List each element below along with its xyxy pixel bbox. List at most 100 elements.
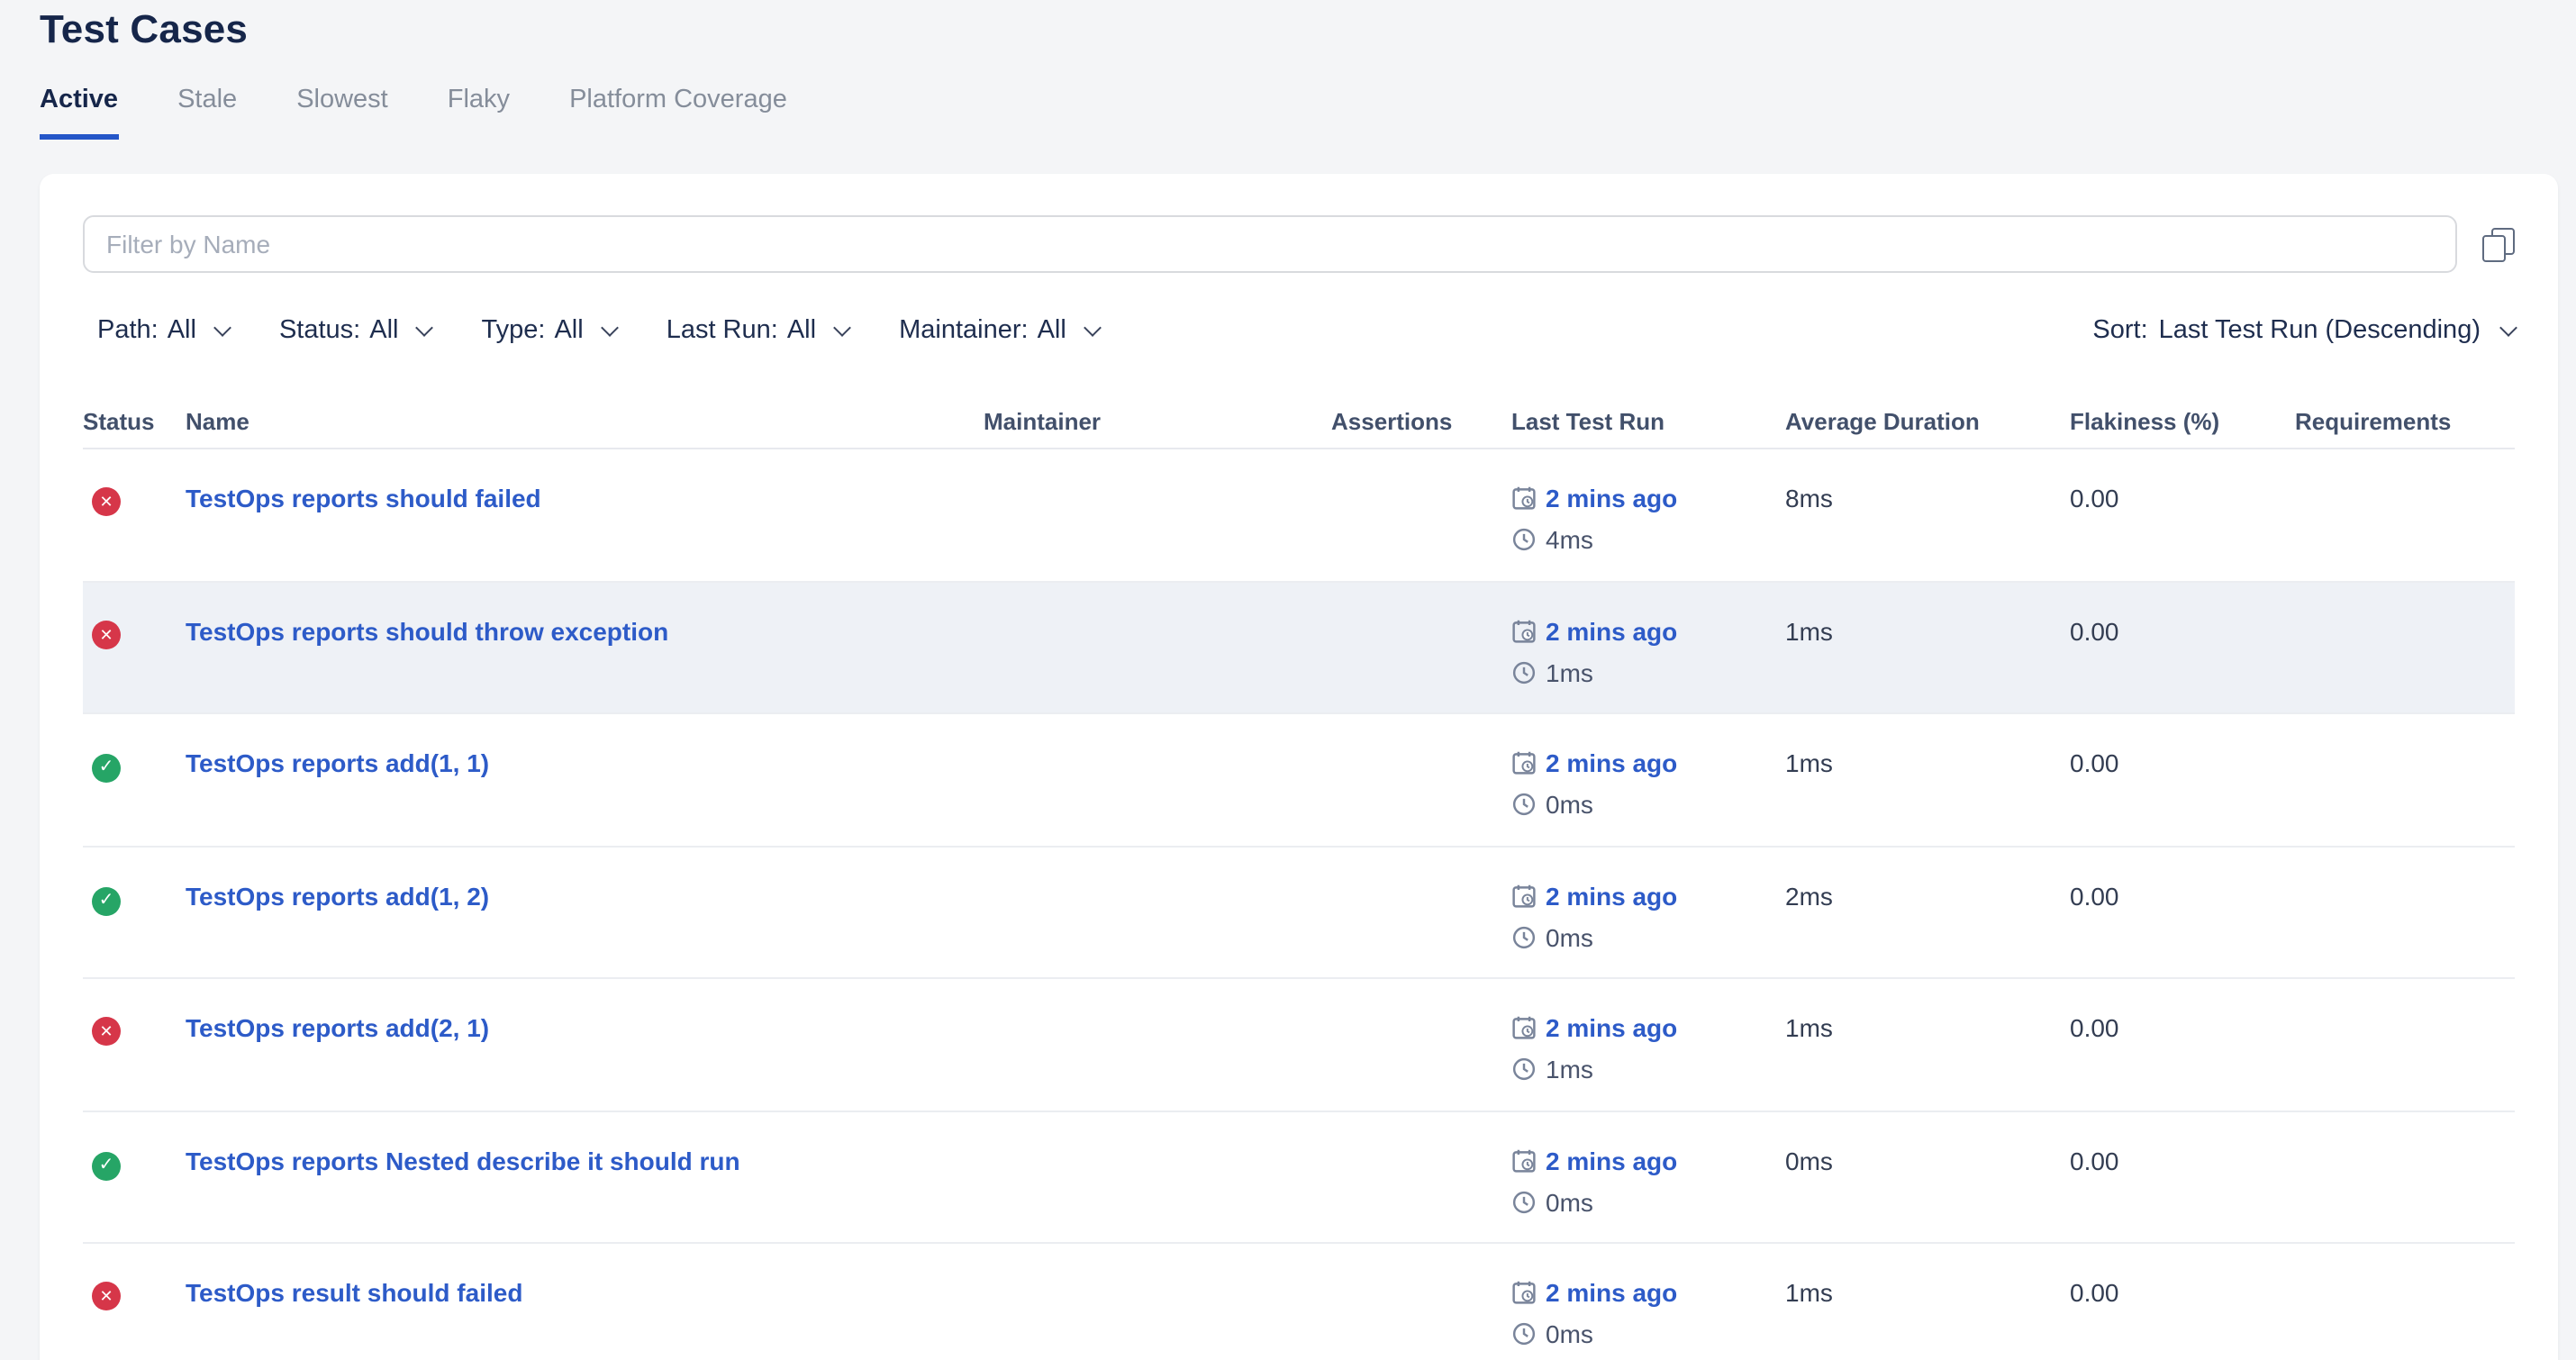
- test-case-link[interactable]: TestOps reports should throw exception: [186, 616, 668, 645]
- clock-icon: [1511, 659, 1537, 685]
- last-run-link[interactable]: 2 mins ago: [1546, 1010, 1677, 1046]
- assertions-cell: [1331, 582, 1511, 612]
- name-cell: TestOps reports should failed: [186, 449, 984, 516]
- field-time-icon: [1511, 618, 1537, 643]
- last-run-link[interactable]: 2 mins ago: [1546, 1274, 1677, 1310]
- last-run-link[interactable]: 2 mins ago: [1546, 612, 1677, 648]
- average-duration-cell: 1ms: [1785, 979, 2070, 1046]
- flakiness-cell: 0.00: [2070, 449, 2295, 516]
- column-header-assertions: Assertions: [1331, 407, 1511, 434]
- flakiness-cell: 0.00: [2070, 1111, 2295, 1178]
- test-cases-page: Test Cases Active Stale Slowest Flaky Pl…: [0, 6, 2576, 1360]
- requirements-cell: [2295, 1244, 2515, 1274]
- status-cell: [83, 1244, 186, 1310]
- last-test-run-cell: 2 mins ago 1ms: [1511, 979, 1785, 1087]
- tab-platform-coverage[interactable]: Platform Coverage: [569, 86, 787, 140]
- last-run-duration: 1ms: [1546, 654, 1593, 690]
- last-test-run-cell: 2 mins ago 0ms: [1511, 847, 1785, 955]
- last-test-run-cell: 2 mins ago 4ms: [1511, 449, 1785, 558]
- column-header-name: Name: [186, 407, 984, 434]
- chevron-down-icon: [213, 318, 231, 336]
- assertions-cell: [1331, 979, 1511, 1010]
- last-run-link[interactable]: 2 mins ago: [1546, 745, 1677, 781]
- tab-active[interactable]: Active: [40, 86, 118, 140]
- last-run-link[interactable]: 2 mins ago: [1546, 1142, 1677, 1178]
- field-time-icon: [1511, 883, 1537, 908]
- filter-label: Last Run:: [667, 316, 778, 345]
- field-time-icon: [1511, 1147, 1537, 1173]
- filter-by-name-input[interactable]: [83, 215, 2457, 273]
- last-run-duration: 1ms: [1546, 1051, 1593, 1087]
- average-duration-cell: 2ms: [1785, 847, 2070, 913]
- filter-label: Type:: [482, 316, 546, 345]
- filter-label: Path:: [97, 316, 159, 345]
- test-case-link[interactable]: TestOps result should failed: [186, 1278, 522, 1307]
- test-case-link[interactable]: TestOps reports Nested describe it shoul…: [186, 1146, 740, 1174]
- maintainer-cell: [984, 979, 1331, 1010]
- flakiness-cell: 0.00: [2070, 1244, 2295, 1310]
- last-run-duration: 0ms: [1546, 919, 1593, 955]
- status-cell: [83, 979, 186, 1046]
- status-icon: [92, 754, 121, 783]
- sort-label: Sort:: [2092, 316, 2147, 345]
- chevron-down-icon: [416, 318, 434, 336]
- filter-path[interactable]: Path: All: [97, 316, 229, 345]
- status-cell: [83, 847, 186, 915]
- maintainer-cell: [984, 582, 1331, 612]
- name-cell: TestOps reports Nested describe it shoul…: [186, 1111, 984, 1178]
- column-header-requirements: Requirements: [2295, 407, 2515, 434]
- status-icon: [92, 1282, 121, 1310]
- field-time-icon: [1511, 1015, 1537, 1040]
- table-row[interactable]: TestOps reports Nested describe it shoul…: [83, 1111, 2515, 1244]
- table-row[interactable]: TestOps reports add(1, 2) 2 mins ago 0ms…: [83, 847, 2515, 979]
- status-icon: [92, 1017, 121, 1046]
- clock-icon: [1511, 527, 1537, 552]
- page-title: Test Cases: [40, 6, 2576, 53]
- filter-value: All: [369, 316, 398, 345]
- status-icon: [92, 1151, 121, 1180]
- chevron-down-icon: [1084, 318, 1102, 336]
- copy-icon[interactable]: [2482, 227, 2515, 261]
- test-case-link[interactable]: TestOps reports add(2, 1): [186, 1013, 489, 1042]
- filter-value: All: [554, 316, 583, 345]
- content-card: Path: All Status: All Type: All Last Run…: [40, 174, 2558, 1360]
- test-case-link[interactable]: TestOps reports add(1, 1): [186, 748, 489, 777]
- column-header-last-test-run: Last Test Run: [1511, 407, 1785, 434]
- table-row[interactable]: TestOps reports add(2, 1) 2 mins ago 1ms…: [83, 979, 2515, 1111]
- last-run-link[interactable]: 2 mins ago: [1546, 480, 1677, 516]
- filters-row: Path: All Status: All Type: All Last Run…: [83, 305, 2515, 356]
- filter-value: All: [1038, 316, 1066, 345]
- filter-status[interactable]: Status: All: [279, 316, 431, 345]
- flakiness-cell: 0.00: [2070, 979, 2295, 1046]
- chevron-down-icon: [601, 318, 619, 336]
- tab-flaky[interactable]: Flaky: [448, 86, 510, 140]
- maintainer-cell: [984, 1244, 1331, 1274]
- name-cell: TestOps reports should throw exception: [186, 582, 984, 648]
- last-run-duration: 0ms: [1546, 1183, 1593, 1219]
- filter-type[interactable]: Type: All: [482, 316, 616, 345]
- tab-stale[interactable]: Stale: [177, 86, 237, 140]
- table-header: Status Name Maintainer Assertions Last T…: [83, 394, 2515, 449]
- table-row[interactable]: TestOps reports should throw exception 2…: [83, 582, 2515, 714]
- average-duration-cell: 1ms: [1785, 714, 2070, 781]
- filter-maintainer[interactable]: Maintainer: All: [899, 316, 1099, 345]
- assertions-cell: [1331, 1111, 1511, 1142]
- sort-select[interactable]: Sort: Last Test Run (Descending): [2092, 316, 2515, 345]
- clock-icon: [1511, 924, 1537, 949]
- field-time-icon: [1511, 485, 1537, 511]
- clock-icon: [1511, 1189, 1537, 1214]
- tab-slowest[interactable]: Slowest: [296, 86, 388, 140]
- clock-icon: [1511, 1321, 1537, 1346]
- chevron-down-icon: [2499, 318, 2517, 336]
- last-run-link[interactable]: 2 mins ago: [1546, 877, 1677, 913]
- table-row[interactable]: TestOps reports should failed 2 mins ago…: [83, 449, 2515, 582]
- test-case-link[interactable]: TestOps reports should failed: [186, 484, 541, 512]
- status-cell: [83, 1111, 186, 1180]
- requirements-cell: [2295, 582, 2515, 612]
- table-row[interactable]: TestOps result should failed 2 mins ago …: [83, 1244, 2515, 1360]
- filter-last-run[interactable]: Last Run: All: [667, 316, 848, 345]
- assertions-cell: [1331, 1244, 1511, 1274]
- test-case-link[interactable]: TestOps reports add(1, 2): [186, 881, 489, 910]
- table-row[interactable]: TestOps reports add(1, 1) 2 mins ago 0ms…: [83, 714, 2515, 847]
- filter-label: Status:: [279, 316, 360, 345]
